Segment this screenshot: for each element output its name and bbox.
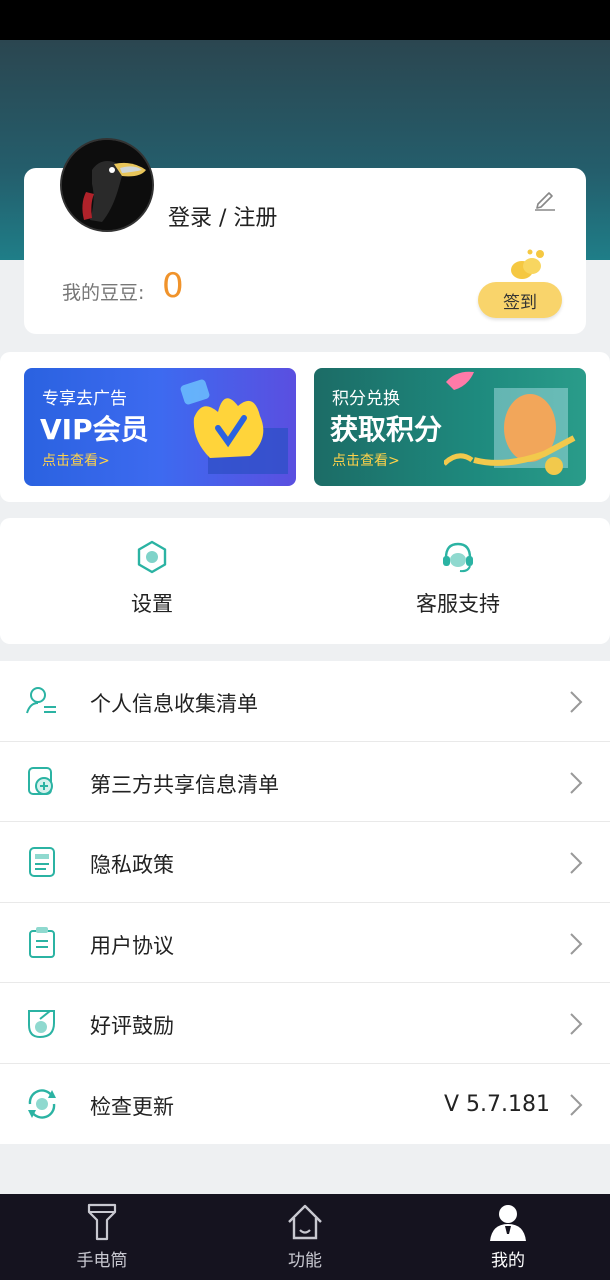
home-icon [288,1204,322,1240]
rating-icon [28,1010,55,1039]
menu-item-label: 个人信息收集清单 [90,692,258,716]
menu-item-privacy-policy[interactable]: 隐私政策 [0,822,610,903]
chevron-right-icon [570,691,583,713]
user-icon [490,1205,526,1241]
settings-label: 设置 [131,592,173,616]
menu-item-label: 用户协议 [90,933,174,958]
tab-label: 我的 [491,1251,525,1271]
avatar[interactable] [60,138,154,232]
menu-item-label: 检查更新 [90,1094,174,1119]
chevron-right-icon [570,1013,583,1035]
version-value: V 5.7.181 [443,1091,550,1117]
menu-item-check-update[interactable]: 检查更新 V 5.7.181 [0,1064,610,1145]
tab-functions[interactable]: 功能 [245,1202,365,1271]
settings-hexagon-icon [137,540,167,574]
sign-in-button[interactable]: 签到 [478,282,562,318]
chevron-right-icon [570,1093,583,1116]
egg-gift-icon [444,371,576,475]
menu-item-third-party-sharing[interactable]: 第三方共享信息清单 [0,742,610,822]
refresh-icon [28,1088,56,1119]
menu-item-user-agreement[interactable]: 用户协议 [0,903,610,983]
chevron-right-icon [570,932,583,955]
person-list-icon [26,687,56,714]
chevron-right-icon [570,771,583,794]
menu-item-personal-info[interactable]: 个人信息收集清单 [0,661,610,742]
promo-title: VIP会员 [40,413,149,446]
flashlight-icon [87,1203,117,1241]
coins-icon [511,249,544,279]
crown-icon [180,379,288,474]
promo-cta: 点击查看> [42,453,110,469]
menu-item-label: 隐私政策 [90,853,174,877]
document-icon [29,847,55,877]
agreement-icon [29,926,55,958]
customer-support-button[interactable]: 客服支持 [378,540,538,618]
tab-mine[interactable]: 我的 [448,1202,568,1271]
login-register-link[interactable]: 登录 / 注册 [168,200,277,232]
tab-flashlight[interactable]: 手电筒 [42,1202,162,1271]
chevron-right-icon [570,852,583,874]
settings-menu-list: 个人信息收集清单 第三方共享信息清单 隐私政策 用户协议 好评鼓励 检查更新 V… [0,661,610,1144]
menu-item-label: 好评鼓励 [90,1014,174,1038]
promo-cta: 点击查看> [332,453,400,469]
status-bar [0,0,610,40]
edit-icon[interactable] [532,186,558,212]
tab-label: 功能 [288,1251,322,1271]
promo-subtitle: 专享去广告 [42,389,127,409]
vip-promo-banner[interactable]: 专享去广告 VIP会员 点击查看> [24,368,296,486]
dodo-avatar-icon [62,140,152,230]
settings-button[interactable]: 设置 [72,540,232,618]
menu-item-label: 第三方共享信息清单 [90,772,279,797]
customer-support-label: 客服支持 [416,592,500,616]
beans-label: 我的豆豆: [62,282,145,304]
promo-title: 获取积分 [330,413,443,446]
share-doc-icon [28,766,53,795]
promo-subtitle: 积分兑换 [332,389,400,409]
points-promo-banner[interactable]: 积分兑换 获取积分 点击查看> [314,368,586,486]
beans-value: 0 [162,266,184,306]
tab-label: 手电筒 [76,1251,128,1271]
menu-item-rate-app[interactable]: 好评鼓励 [0,983,610,1064]
headset-icon [443,542,473,573]
